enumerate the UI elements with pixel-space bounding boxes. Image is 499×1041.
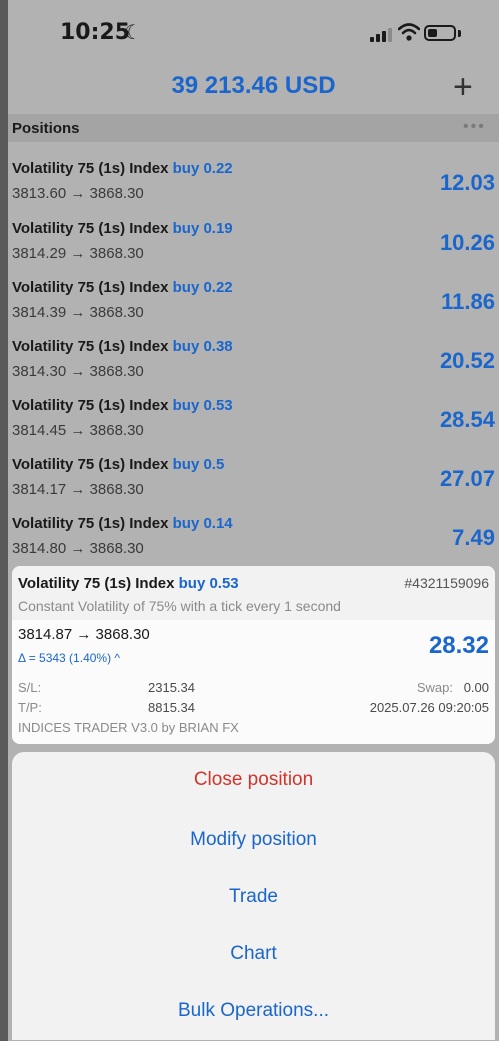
close-position-button[interactable]: Close position — [12, 769, 495, 791]
position-profit: 12.03 — [439, 170, 495, 195]
position-prices: 3814.45 → 3868.30 — [12, 422, 144, 439]
detail-symbol: Volatility 75 (1s) Index — [18, 575, 175, 592]
modify-position-button[interactable]: Modify position — [12, 829, 495, 851]
battery-tip — [458, 30, 461, 37]
wifi-icon — [398, 23, 420, 41]
position-row[interactable]: Volatility 75 (1s) Index buy 0.22 3814.3… — [8, 279, 499, 339]
position-prices: 3813.60 → 3868.30 — [12, 185, 144, 202]
position-row[interactable]: Volatility 75 (1s) Index buy 0.38 3814.3… — [8, 338, 499, 398]
positions-title: Positions — [12, 120, 80, 137]
position-row[interactable]: Volatility 75 (1s) Index buy 0.5 3814.17… — [8, 456, 499, 516]
position-row[interactable]: Volatility 75 (1s) Index buy 0.53 3814.4… — [8, 397, 499, 457]
position-title: Volatility 75 (1s) Index buy 0.22 — [12, 279, 233, 296]
position-prices: 3814.29 → 3868.30 — [12, 245, 144, 262]
action-sheet: Close position Modify position Trade Cha… — [12, 752, 495, 1040]
position-symbol: Volatility 75 (1s) Index — [12, 338, 169, 355]
position-symbol: Volatility 75 (1s) Index — [12, 220, 169, 237]
position-profit: 20.52 — [439, 348, 495, 373]
positions-section-header: Positions ••• — [8, 114, 499, 142]
position-direction: buy 0.38 — [172, 338, 233, 355]
position-direction: buy 0.22 — [172, 160, 233, 177]
battery-icon — [424, 25, 456, 41]
swap-value: 0.00 — [463, 680, 489, 695]
open-time: 2025.07.26 09:20:05 — [369, 700, 489, 715]
position-direction: buy 0.14 — [172, 515, 233, 532]
position-prices: 3814.30 → 3868.30 — [12, 363, 144, 380]
position-profit: 11.86 — [441, 289, 495, 314]
signal-icon — [370, 26, 392, 42]
position-profit: 10.26 — [439, 230, 495, 255]
detail-direction: buy 0.53 — [178, 575, 239, 592]
position-title: Volatility 75 (1s) Index buy 0.53 — [12, 397, 233, 414]
more-icon[interactable]: ••• — [463, 118, 486, 136]
position-title: Volatility 75 (1s) Index buy 0.22 — [12, 160, 233, 177]
position-prices: 3814.80 → 3868.30 — [12, 540, 144, 557]
detail-header: Volatility 75 (1s) Index buy 0.53 #43211… — [12, 566, 495, 620]
detail-title: Volatility 75 (1s) Index buy 0.53 — [18, 575, 239, 592]
position-prices: 3814.39 → 3868.30 — [12, 304, 144, 321]
tp-value: 8815.34 — [148, 700, 195, 715]
position-title: Volatility 75 (1s) Index buy 0.19 — [12, 220, 233, 237]
app-screen: 10:25 ☾ 39 213.46 USD + Positions ••• Vo… — [8, 0, 499, 1041]
status-time: 10:25 — [60, 20, 131, 45]
position-row[interactable]: Volatility 75 (1s) Index buy 0.22 3813.6… — [8, 160, 499, 220]
detail-profit: 28.32 — [428, 632, 489, 659]
position-row[interactable]: Volatility 75 (1s) Index buy 0.19 3814.2… — [8, 220, 499, 280]
detail-body: 3814.87 → 3868.30 Δ = 5343 (1.40%) ^ 28.… — [12, 620, 495, 744]
position-prices: 3814.17 → 3868.30 — [12, 481, 144, 498]
bulk-operations-button[interactable]: Bulk Operations... — [12, 1000, 495, 1022]
detail-delta: Δ = 5343 (1.40%) ^ — [18, 651, 120, 665]
chart-button[interactable]: Chart — [12, 943, 495, 965]
position-title: Volatility 75 (1s) Index buy 0.5 — [12, 456, 224, 473]
detail-delta-text: Δ = 5343 (1.40%) ^ — [18, 651, 121, 665]
position-symbol: Volatility 75 (1s) Index — [12, 515, 169, 532]
position-symbol: Volatility 75 (1s) Index — [12, 279, 169, 296]
position-title: Volatility 75 (1s) Index buy 0.38 — [12, 338, 233, 355]
swap-label: Swap: — [416, 680, 453, 695]
trade-button[interactable]: Trade — [12, 886, 495, 908]
detail-comment: INDICES TRADER V3.0 by BRIAN FX — [18, 720, 239, 735]
position-profit: 7.49 — [452, 525, 495, 550]
tp-label: T/P: — [18, 700, 42, 715]
position-detail-card: Volatility 75 (1s) Index buy 0.53 #43211… — [12, 566, 495, 744]
position-symbol: Volatility 75 (1s) Index — [12, 456, 169, 473]
position-profit: 28.54 — [439, 407, 495, 432]
position-profit: 27.07 — [439, 466, 495, 491]
plus-icon[interactable]: + — [453, 70, 473, 104]
detail-description: Constant Volatility of 75% with a tick e… — [18, 598, 341, 614]
detail-ticket: #4321159096 — [404, 575, 489, 591]
position-direction: buy 0.22 — [172, 279, 233, 296]
position-title: Volatility 75 (1s) Index buy 0.14 — [12, 515, 233, 532]
position-direction: buy 0.19 — [172, 220, 233, 237]
sl-label: S/L: — [18, 680, 42, 695]
sl-value: 2315.34 — [148, 680, 195, 695]
position-symbol: Volatility 75 (1s) Index — [12, 160, 169, 177]
status-bar: 10:25 ☾ — [8, 0, 499, 62]
account-balance: 39 213.46 USD — [171, 72, 336, 99]
moon-icon: ☾ — [124, 22, 142, 44]
position-direction: buy 0.5 — [172, 456, 225, 473]
position-symbol: Volatility 75 (1s) Index — [12, 397, 169, 414]
position-direction: buy 0.53 — [172, 397, 233, 414]
detail-prices: 3814.87 → 3868.30 — [18, 626, 150, 643]
